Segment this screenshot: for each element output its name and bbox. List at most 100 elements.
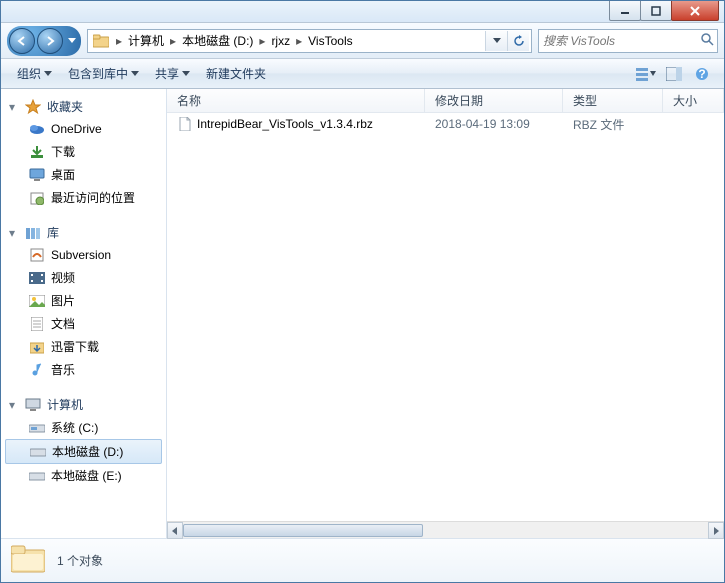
- minimize-button[interactable]: [609, 1, 641, 21]
- navigation-pane[interactable]: ▾ 收藏夹 OneDrive 下载 桌面 最近: [1, 89, 167, 538]
- sidebar-item-label: 文档: [51, 315, 75, 332]
- breadcrumb-segment[interactable]: 本地磁盘 (D:): [180, 32, 255, 49]
- expand-icon: ▾: [9, 398, 19, 412]
- sidebar-item-label: OneDrive: [51, 122, 102, 136]
- nav-history-dropdown[interactable]: [65, 28, 79, 54]
- sidebar-item-label: Subversion: [51, 248, 111, 262]
- column-size[interactable]: 大小: [663, 89, 724, 112]
- sidebar-item-pictures[interactable]: 图片: [1, 289, 166, 312]
- chevron-right-icon: ▸: [255, 34, 269, 48]
- download-icon: [29, 144, 45, 160]
- scroll-right-button[interactable]: [708, 522, 724, 539]
- help-button[interactable]: ?: [688, 63, 716, 85]
- nav-row: ▸ 计算机 ▸ 本地磁盘 (D:) ▸ rjxz ▸ VisTools: [1, 23, 724, 59]
- scroll-left-button[interactable]: [167, 522, 183, 539]
- file-name: IntrepidBear_VisTools_v1.3.4.rbz: [197, 117, 373, 131]
- sidebar-item-label: 桌面: [51, 166, 75, 183]
- chevron-right-icon: ▸: [292, 34, 306, 48]
- explorer-window: ▸ 计算机 ▸ 本地磁盘 (D:) ▸ rjxz ▸ VisTools 组织 包…: [0, 0, 725, 583]
- drive-icon: [29, 468, 45, 484]
- share-menu[interactable]: 共享: [147, 65, 198, 82]
- include-in-library-menu[interactable]: 包含到库中: [60, 65, 147, 82]
- video-icon: [29, 270, 45, 286]
- subversion-icon: [29, 247, 45, 263]
- view-options-button[interactable]: [632, 63, 660, 85]
- file-list[interactable]: IntrepidBear_VisTools_v1.3.4.rbz 2018-04…: [167, 113, 724, 521]
- horizontal-scrollbar[interactable]: [167, 521, 724, 538]
- search-box[interactable]: [538, 29, 718, 53]
- close-button[interactable]: [671, 1, 719, 21]
- sidebar-item-subversion[interactable]: Subversion: [1, 244, 166, 266]
- sidebar-item-label: 下载: [51, 143, 75, 160]
- file-icon: [177, 116, 193, 132]
- refresh-button[interactable]: [507, 31, 529, 51]
- svg-text:?: ?: [698, 67, 705, 81]
- new-folder-button[interactable]: 新建文件夹: [198, 65, 274, 82]
- organize-menu[interactable]: 组织: [9, 65, 60, 82]
- preview-pane-button[interactable]: [660, 63, 688, 85]
- column-date[interactable]: 修改日期: [425, 89, 563, 112]
- chevron-right-icon: ▸: [112, 34, 126, 48]
- chevron-right-icon: ▸: [166, 34, 180, 48]
- sidebar-item-label: 图片: [51, 292, 75, 309]
- search-input[interactable]: [543, 34, 700, 48]
- folder-icon: [92, 32, 110, 50]
- document-icon: [29, 316, 45, 332]
- column-type[interactable]: 类型: [563, 89, 663, 112]
- column-headers: 名称 修改日期 类型 大小: [167, 89, 724, 113]
- expand-icon: ▾: [9, 100, 19, 114]
- onedrive-icon: [29, 121, 45, 137]
- sidebar-item-label: 迅雷下载: [51, 338, 99, 355]
- music-icon: [29, 362, 45, 378]
- group-label: 计算机: [47, 396, 83, 413]
- sidebar-item-onedrive[interactable]: OneDrive: [1, 118, 166, 140]
- sidebar-item-music[interactable]: 音乐: [1, 358, 166, 381]
- sidebar-item-label: 最近访问的位置: [51, 189, 135, 206]
- breadcrumb-segment[interactable]: VisTools: [306, 34, 354, 48]
- body: ▾ 收藏夹 OneDrive 下载 桌面 最近: [1, 89, 724, 538]
- group-label: 库: [47, 224, 59, 241]
- computer-group: ▾ 计算机 系统 (C:) 本地磁盘 (D:) 本地磁盘 (E:): [1, 393, 166, 487]
- sidebar-item-recent[interactable]: 最近访问的位置: [1, 186, 166, 209]
- sidebar-item-label: 视频: [51, 269, 75, 286]
- window-titlebar: [1, 1, 724, 23]
- scroll-thumb[interactable]: [183, 524, 423, 537]
- breadcrumb-segment[interactable]: rjxz: [269, 34, 292, 48]
- computer-header[interactable]: ▾ 计算机: [1, 393, 166, 416]
- file-date: 2018-04-19 13:09: [431, 117, 569, 131]
- sidebar-item-xunlei[interactable]: 迅雷下载: [1, 335, 166, 358]
- sidebar-item-downloads[interactable]: 下载: [1, 140, 166, 163]
- sidebar-item-drive-d[interactable]: 本地磁盘 (D:): [5, 439, 162, 464]
- sidebar-item-label: 音乐: [51, 361, 75, 378]
- maximize-button[interactable]: [640, 1, 672, 21]
- status-bar: 1 个对象: [1, 538, 724, 582]
- favorites-header[interactable]: ▾ 收藏夹: [1, 95, 166, 118]
- back-button[interactable]: [9, 28, 35, 54]
- address-dropdown-button[interactable]: [485, 31, 507, 51]
- sidebar-item-drive-c[interactable]: 系统 (C:): [1, 416, 166, 439]
- expand-icon: ▾: [9, 226, 19, 240]
- sidebar-item-desktop[interactable]: 桌面: [1, 163, 166, 186]
- star-icon: [25, 99, 41, 115]
- file-pane: 名称 修改日期 类型 大小 IntrepidBear_VisTools_v1.3…: [167, 89, 724, 538]
- breadcrumb-segment[interactable]: 计算机: [126, 32, 166, 49]
- sidebar-item-documents[interactable]: 文档: [1, 312, 166, 335]
- sidebar-item-videos[interactable]: 视频: [1, 266, 166, 289]
- download-folder-icon: [29, 339, 45, 355]
- sidebar-item-drive-e[interactable]: 本地磁盘 (E:): [1, 464, 166, 487]
- toolbar: 组织 包含到库中 共享 新建文件夹 ?: [1, 59, 724, 89]
- column-name[interactable]: 名称: [167, 89, 425, 112]
- sidebar-item-label: 本地磁盘 (D:): [52, 443, 123, 460]
- computer-icon: [25, 397, 41, 413]
- library-icon: [25, 225, 41, 241]
- file-row[interactable]: IntrepidBear_VisTools_v1.3.4.rbz 2018-04…: [167, 113, 724, 135]
- nav-buttons: [7, 26, 81, 56]
- address-bar[interactable]: ▸ 计算机 ▸ 本地磁盘 (D:) ▸ rjxz ▸ VisTools: [87, 29, 532, 53]
- picture-icon: [29, 293, 45, 309]
- forward-button[interactable]: [37, 28, 63, 54]
- search-icon: [700, 32, 714, 49]
- folder-large-icon: [11, 544, 45, 578]
- drive-icon: [29, 420, 45, 436]
- libraries-header[interactable]: ▾ 库: [1, 221, 166, 244]
- file-type: RBZ 文件: [569, 116, 669, 133]
